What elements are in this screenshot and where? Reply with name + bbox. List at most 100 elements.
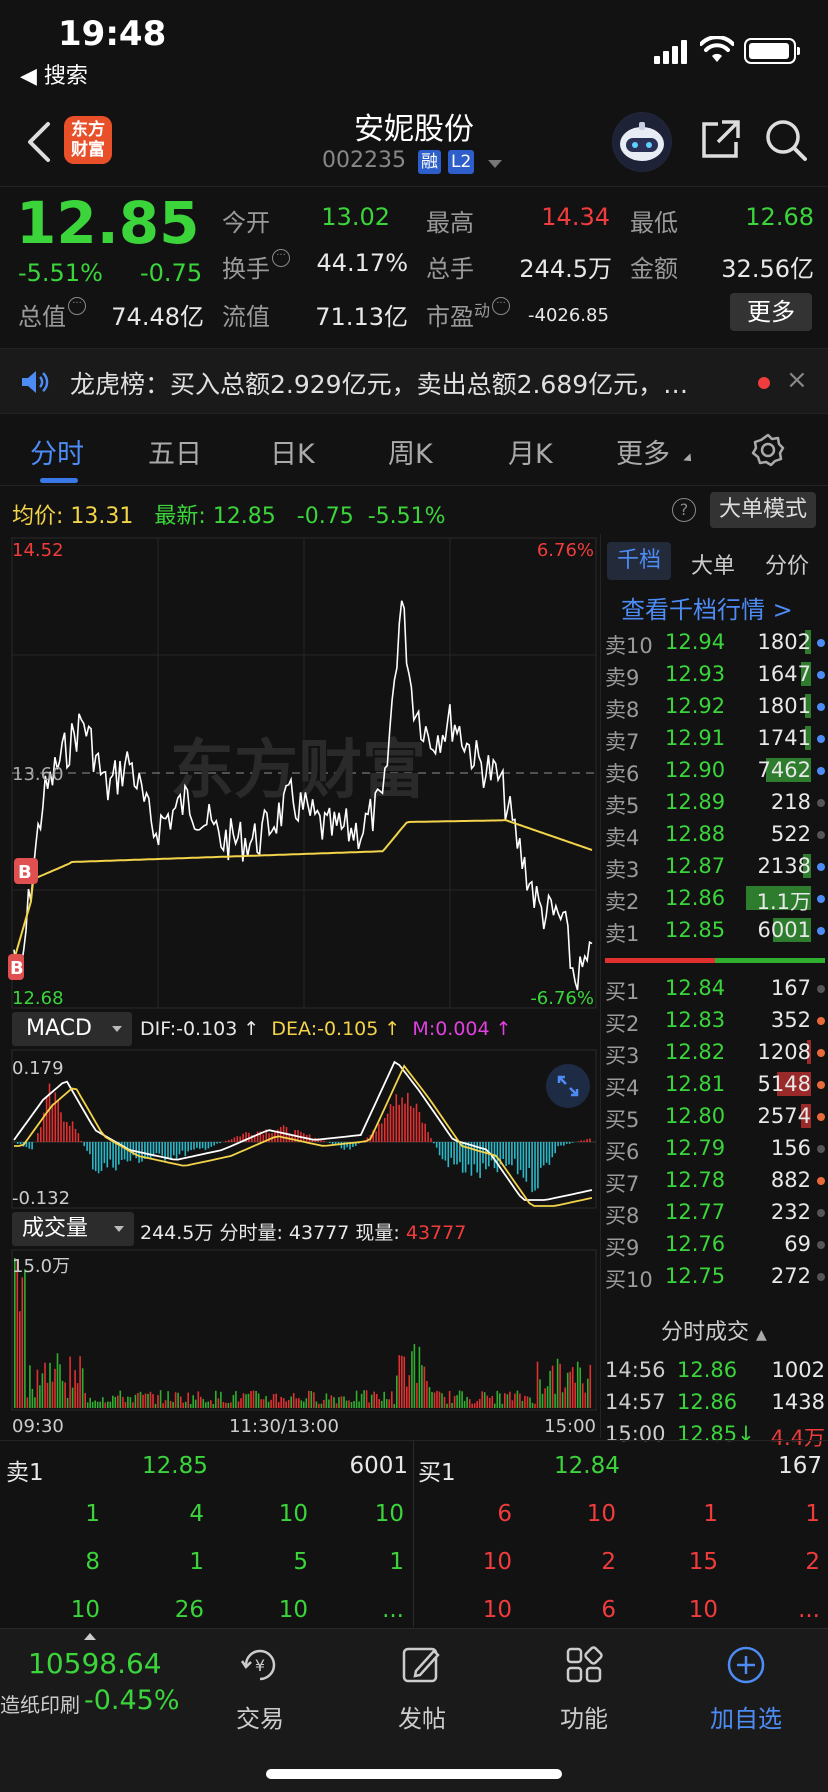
eastmoney-logo[interactable]: 东方 财富: [64, 116, 112, 164]
share-icon[interactable]: [698, 118, 742, 162]
macd-bar: [580, 1140, 582, 1142]
sector-index-pct[interactable]: -0.45%: [84, 1685, 180, 1716]
nav-function[interactable]: 功能: [534, 1699, 634, 1734]
intraday-chart[interactable]: 东方财富 B B 14.52 13.60 12.68 6.76% -6.76% …: [0, 534, 600, 1438]
edit-post-icon[interactable]: [400, 1643, 444, 1687]
macd-bar: [16, 1142, 19, 1144]
volume-bar: [220, 1391, 222, 1408]
caret-up-icon[interactable]: [84, 1633, 96, 1640]
bid-row[interactable]: 买9 12.76 69: [605, 1228, 827, 1260]
ask-row[interactable]: 卖7 12.91 1741: [605, 722, 827, 754]
volume-bar: [539, 1379, 541, 1408]
macd-top-label: 0.179: [12, 1058, 64, 1079]
bid-row[interactable]: 买8 12.77 232: [605, 1196, 827, 1228]
tab-intraday[interactable]: 分时: [30, 432, 84, 471]
add-watchlist-icon[interactable]: [724, 1643, 768, 1687]
sell1-price: 12.85: [142, 1453, 208, 1479]
grid-apps-icon[interactable]: [562, 1643, 606, 1687]
back-to-search-link[interactable]: ◀ 搜索: [20, 58, 88, 90]
bid-row[interactable]: 买1 12.84 167: [605, 972, 827, 1004]
volume-bar: [529, 1397, 531, 1408]
buy-queue-cell: 15: [688, 1549, 718, 1575]
macd-bar: [213, 1142, 215, 1146]
nav-post[interactable]: 发帖: [372, 1699, 472, 1734]
nav-trade[interactable]: 交易: [210, 1699, 310, 1734]
status-time: 19:48: [58, 14, 167, 54]
level-price: 12.84: [665, 976, 726, 1000]
nav-add-watchlist[interactable]: 加自选: [696, 1699, 796, 1734]
tab-more[interactable]: 更多: [616, 432, 670, 471]
y-bot-label: 12.68: [12, 988, 64, 1009]
ask-row[interactable]: 卖5 12.89 218: [605, 786, 827, 818]
tab-thousand-level[interactable]: 千档: [607, 542, 671, 580]
volume-bar: [363, 1390, 365, 1408]
ask-row[interactable]: 卖1 12.85 6001: [605, 914, 827, 946]
macd-indicator-dropdown[interactable]: MACD: [12, 1012, 132, 1046]
ask-row[interactable]: 卖6 12.90 7462: [605, 754, 827, 786]
status-bar: 19:48 ◀ 搜索: [0, 0, 828, 100]
macd-bar: [554, 1142, 556, 1154]
volume-bar: [421, 1365, 423, 1408]
ask-row[interactable]: 卖2 12.86 1.1万: [605, 882, 827, 914]
tab-five-day[interactable]: 五日: [148, 432, 202, 471]
stock-code[interactable]: 002235: [322, 148, 406, 173]
more-quote-button[interactable]: 更多: [730, 293, 812, 331]
bid-row[interactable]: 买10 12.75 272: [605, 1260, 827, 1292]
search-icon[interactable]: [764, 118, 808, 162]
trades-title[interactable]: 分时成交 ▲: [661, 1314, 767, 1346]
ask-row[interactable]: 卖8 12.92 1801: [605, 690, 827, 722]
bid-row[interactable]: 买3 12.82 1208: [605, 1036, 827, 1068]
ask-row[interactable]: 卖9 12.93 1647: [605, 658, 827, 690]
order-dot: [817, 1177, 825, 1185]
expand-icon[interactable]: [546, 1064, 590, 1108]
sector-index-name[interactable]: 造纸印刷: [0, 1689, 80, 1718]
bid-row[interactable]: 买7 12.78 882: [605, 1164, 827, 1196]
ask-row[interactable]: 卖3 12.87 2138: [605, 850, 827, 882]
level-volume: 69: [784, 1232, 811, 1256]
macd-bar: [149, 1142, 152, 1160]
level-label: 卖1: [605, 922, 640, 946]
macd-bar: [40, 1127, 42, 1142]
level-price: 12.81: [665, 1072, 726, 1096]
volume-bar: [544, 1388, 546, 1408]
level-volume: 1.1万: [756, 890, 811, 914]
robot-assistant-icon[interactable]: [612, 112, 672, 172]
view-depth-link[interactable]: 查看千档行情 >: [621, 590, 793, 625]
buy1-vol: 167: [778, 1453, 822, 1479]
tab-big-orders[interactable]: 大单: [691, 548, 735, 580]
tab-daily-k[interactable]: 日K: [270, 432, 315, 471]
buy-queue-cell: 10: [586, 1501, 616, 1527]
bid-row[interactable]: 买2 12.83 352: [605, 1004, 827, 1036]
back-arrow-icon[interactable]: [24, 120, 54, 164]
bid-row[interactable]: 买6 12.79 156: [605, 1132, 827, 1164]
volume-indicator-dropdown[interactable]: 成交量: [12, 1212, 134, 1246]
tab-weekly-k[interactable]: 周K: [388, 432, 433, 471]
notice-bar[interactable]: 龙虎榜：买入总额2.929亿元，卖出总额2.689亿元，… ×: [0, 348, 828, 414]
sector-index-value[interactable]: 10598.64: [28, 1647, 162, 1680]
help-icon[interactable]: ?: [672, 498, 696, 522]
ask-row[interactable]: 卖10 12.94 1802: [605, 626, 827, 658]
order-dot: [817, 703, 825, 711]
close-icon[interactable]: ×: [786, 365, 808, 395]
chevron-down-icon[interactable]: [488, 160, 502, 168]
ask-row[interactable]: 卖4 12.88 522: [605, 818, 827, 850]
level-price: 12.91: [665, 726, 726, 750]
bid-row[interactable]: 买5 12.80 2574: [605, 1100, 827, 1132]
sell-queue-cell: 10: [278, 1501, 308, 1527]
turnover-label[interactable]: 换手 ···: [222, 249, 290, 284]
volume-bar: [84, 1393, 86, 1408]
macd-bar: [586, 1139, 588, 1142]
trade-icon[interactable]: ¥: [238, 1643, 282, 1687]
buy-queue-cell: 1: [805, 1501, 820, 1527]
macd-bar: [109, 1142, 111, 1160]
level-label: 卖3: [605, 858, 640, 882]
big-order-mode-button[interactable]: 大单模式: [710, 492, 816, 528]
pe-label[interactable]: 市盈动 ···: [426, 297, 511, 332]
bid-row[interactable]: 买4 12.81 5148: [605, 1068, 827, 1100]
tab-monthly-k[interactable]: 月K: [508, 432, 553, 471]
volume-panel-frame: [11, 1249, 597, 1411]
volume-bar: [119, 1390, 122, 1408]
gear-icon[interactable]: [750, 432, 786, 468]
mktcap-label[interactable]: 总值 ···: [18, 297, 86, 332]
tab-price-distribution[interactable]: 分价: [765, 548, 809, 580]
